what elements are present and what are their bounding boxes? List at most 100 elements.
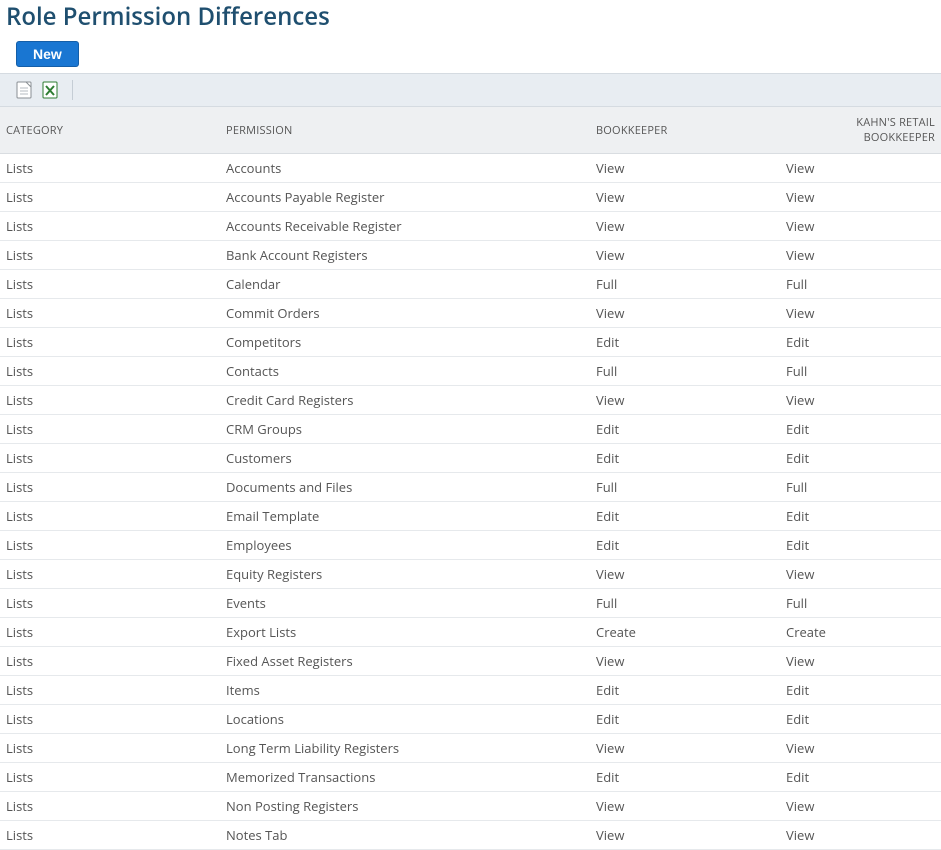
cell-role1: View [590,212,780,241]
export-toolbar [0,73,941,107]
cell-role2: Full [780,473,941,502]
cell-role2: Create [780,618,941,647]
cell-role2: Edit [780,502,941,531]
cell-role1: Edit [590,502,780,531]
cell-role1: Edit [590,328,780,357]
table-row[interactable]: Lists Commit Orders View View [0,299,941,328]
cell-category: Lists [0,386,220,415]
table-row[interactable]: Lists Calendar Full Full [0,270,941,299]
cell-role2: View [780,647,941,676]
cell-category: Lists [0,357,220,386]
toolbar-separator [72,80,73,100]
cell-role1: View [590,386,780,415]
cell-permission: Contacts [220,357,590,386]
cell-role1: Edit [590,676,780,705]
cell-permission: Export Lists [220,618,590,647]
cell-permission: Fixed Asset Registers [220,647,590,676]
table-row[interactable]: Lists Customers Edit Edit [0,444,941,473]
cell-category: Lists [0,763,220,792]
cell-role2: Edit [780,531,941,560]
cell-category: Lists [0,589,220,618]
cell-role1: View [590,821,780,850]
cell-role2: Full [780,357,941,386]
table-row[interactable]: Lists Employees Edit Edit [0,531,941,560]
cell-role2: View [780,560,941,589]
table-row[interactable]: Lists Items Edit Edit [0,676,941,705]
cell-role2: View [780,299,941,328]
cell-role1: Edit [590,531,780,560]
cell-category: Lists [0,270,220,299]
cell-role2: Edit [780,415,941,444]
cell-role2: Edit [780,676,941,705]
cell-role1: View [590,792,780,821]
table-row[interactable]: Lists Contacts Full Full [0,357,941,386]
export-csv-icon[interactable] [16,81,32,99]
cell-permission: Competitors [220,328,590,357]
cell-permission: Non Posting Registers [220,792,590,821]
cell-role2: Edit [780,444,941,473]
cell-permission: Customers [220,444,590,473]
table-row[interactable]: Lists Bank Account Registers View View [0,241,941,270]
cell-role2: View [780,212,941,241]
table-row[interactable]: Lists Export Lists Create Create [0,618,941,647]
table-row[interactable]: Lists Events Full Full [0,589,941,618]
cell-category: Lists [0,676,220,705]
cell-permission: Email Template [220,502,590,531]
cell-role1: Full [590,473,780,502]
export-excel-icon[interactable] [42,81,58,99]
table-row[interactable]: Lists Email Template Edit Edit [0,502,941,531]
table-row[interactable]: Lists Documents and Files Full Full [0,473,941,502]
table-row[interactable]: Lists Credit Card Registers View View [0,386,941,415]
cell-category: Lists [0,792,220,821]
table-row[interactable]: Lists Notes Tab View View [0,821,941,850]
table-row[interactable]: Lists Competitors Edit Edit [0,328,941,357]
cell-permission: Notes Tab [220,821,590,850]
cell-role1: Edit [590,763,780,792]
col-header-category[interactable]: CATEGORY [0,107,220,154]
permissions-table: CATEGORY PERMISSION BOOKKEEPER KAHN'S RE… [0,107,941,850]
cell-permission: Accounts [220,154,590,183]
cell-role1: Create [590,618,780,647]
table-row[interactable]: Lists Non Posting Registers View View [0,792,941,821]
cell-category: Lists [0,502,220,531]
table-row[interactable]: Lists Equity Registers View View [0,560,941,589]
cell-category: Lists [0,705,220,734]
cell-category: Lists [0,444,220,473]
cell-role2: Edit [780,763,941,792]
col-header-role1[interactable]: BOOKKEEPER [590,107,780,154]
col-header-role2[interactable]: KAHN'S RETAIL BOOKKEEPER [780,107,941,154]
cell-permission: Commit Orders [220,299,590,328]
cell-category: Lists [0,647,220,676]
table-row[interactable]: Lists Fixed Asset Registers View View [0,647,941,676]
cell-category: Lists [0,415,220,444]
cell-category: Lists [0,618,220,647]
cell-permission: Events [220,589,590,618]
cell-category: Lists [0,154,220,183]
col-header-permission[interactable]: PERMISSION [220,107,590,154]
table-row[interactable]: Lists Accounts View View [0,154,941,183]
table-row[interactable]: Lists Memorized Transactions Edit Edit [0,763,941,792]
table-row[interactable]: Lists Accounts Payable Register View Vie… [0,183,941,212]
cell-category: Lists [0,560,220,589]
cell-permission: Memorized Transactions [220,763,590,792]
table-row[interactable]: Lists CRM Groups Edit Edit [0,415,941,444]
cell-category: Lists [0,734,220,763]
cell-permission: Equity Registers [220,560,590,589]
cell-permission: Employees [220,531,590,560]
table-row[interactable]: Lists Long Term Liability Registers View… [0,734,941,763]
cell-category: Lists [0,212,220,241]
cell-permission: Accounts Payable Register [220,183,590,212]
cell-permission: Credit Card Registers [220,386,590,415]
table-row[interactable]: Lists Locations Edit Edit [0,705,941,734]
cell-permission: Calendar [220,270,590,299]
cell-role1: View [590,183,780,212]
new-button[interactable]: New [16,41,79,67]
cell-role1: Full [590,589,780,618]
cell-category: Lists [0,531,220,560]
cell-role2: Edit [780,705,941,734]
cell-role2: Full [780,270,941,299]
table-row[interactable]: Lists Accounts Receivable Register View … [0,212,941,241]
cell-permission: Items [220,676,590,705]
cell-permission: Accounts Receivable Register [220,212,590,241]
cell-role2: View [780,386,941,415]
